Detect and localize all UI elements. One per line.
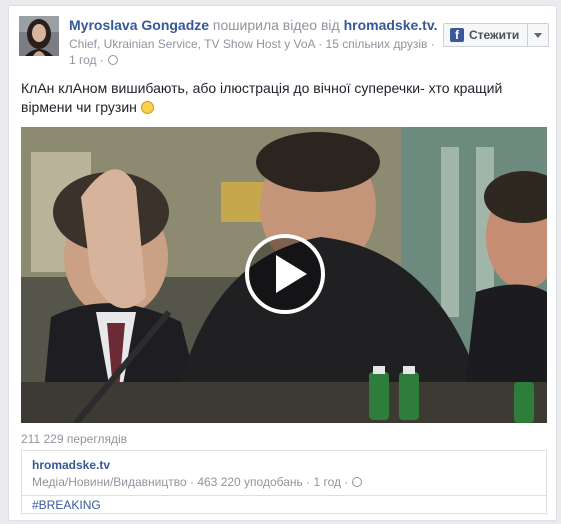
attachment-meta-text: Медіа/Новини/Видавництво · 463 220 уподо… bbox=[32, 475, 349, 489]
hashtag-link[interactable]: #BREAKING bbox=[32, 498, 101, 512]
play-icon bbox=[276, 255, 307, 293]
post-text-content: КлАн клАном вишибають, або ілюстрація до… bbox=[21, 80, 503, 115]
author-name-link[interactable]: Myroslava Gongadze bbox=[69, 17, 209, 33]
follow-main[interactable]: f Стежити bbox=[444, 24, 529, 46]
post-header: Myroslava Gongadze поширила відео від hr… bbox=[69, 17, 437, 33]
attachment-page-link[interactable]: hromadske.tv bbox=[32, 458, 110, 472]
author-subtitle: Chief, Ukrainian Service, TV Show Host у… bbox=[69, 37, 435, 51]
video-attachment[interactable]: hromadske.tv Медіа/Новини/Видавництво · … bbox=[21, 450, 547, 514]
chevron-down-icon bbox=[534, 32, 543, 38]
facebook-icon: f bbox=[450, 28, 464, 42]
post-timestamp[interactable]: 1 год · bbox=[69, 53, 118, 67]
globe-icon bbox=[352, 477, 363, 487]
play-button[interactable] bbox=[245, 234, 325, 314]
timestamp-text: 1 год · bbox=[69, 53, 104, 67]
follow-label: Стежити bbox=[469, 28, 520, 42]
shared-page-link[interactable]: hromadske.tv. bbox=[344, 17, 438, 33]
globe-icon bbox=[107, 55, 118, 65]
follow-button[interactable]: f Стежити bbox=[443, 23, 550, 47]
author-avatar[interactable] bbox=[19, 16, 59, 56]
attachment-meta: Медіа/Новини/Видавництво · 463 220 уподо… bbox=[32, 475, 363, 489]
post-card: Myroslava Gongadze поширила відео від hr… bbox=[8, 5, 557, 521]
divider bbox=[22, 495, 546, 496]
smile-emoji-icon bbox=[140, 101, 154, 114]
post-text: КлАн клАном вишибають, або ілюстрація до… bbox=[21, 79, 541, 117]
video-player[interactable] bbox=[21, 127, 547, 423]
view-count: 211 229 переглядів bbox=[21, 432, 127, 446]
follow-menu-button[interactable] bbox=[528, 24, 548, 46]
shared-text: поширила відео від bbox=[209, 17, 344, 33]
